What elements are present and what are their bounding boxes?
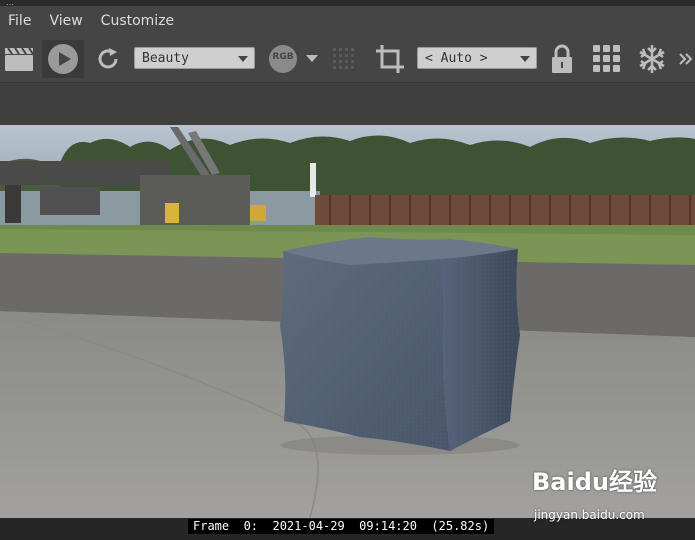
snowflake-icon[interactable] bbox=[636, 43, 668, 75]
menu-file[interactable]: File bbox=[0, 13, 39, 29]
window-dots-icon: … bbox=[6, 0, 14, 7]
play-button[interactable] bbox=[42, 40, 84, 78]
more-icon[interactable] bbox=[678, 50, 694, 68]
watermark-brand: Baidu经验 bbox=[532, 468, 657, 496]
render-image bbox=[0, 125, 695, 518]
rgb-label: RGB bbox=[272, 52, 294, 62]
chevron-down-icon bbox=[238, 56, 248, 62]
secondary-toolbar bbox=[0, 82, 695, 126]
dotted-grid-icon[interactable] bbox=[331, 46, 357, 72]
rgb-button[interactable]: RGB bbox=[267, 44, 299, 74]
lut-dropdown[interactable]: < Auto > bbox=[417, 47, 537, 69]
play-icon bbox=[48, 44, 78, 74]
dropdown-arrow-icon[interactable] bbox=[305, 54, 319, 64]
menu-customize[interactable]: Customize bbox=[93, 13, 183, 29]
menu-view[interactable]: View bbox=[41, 13, 90, 29]
toolbar: Beauty RGB < Auto > bbox=[0, 36, 695, 82]
crop-icon[interactable] bbox=[373, 42, 407, 76]
grid-icon[interactable] bbox=[591, 44, 623, 74]
frame-status: Frame 0: 2021-04-29 09:14:20 (25.82s) bbox=[188, 519, 495, 534]
chevron-down-icon bbox=[520, 56, 530, 62]
clapperboard-icon[interactable] bbox=[3, 44, 35, 74]
watermark-url: jingyan.baidu.com bbox=[534, 508, 645, 522]
menu-bar: File View Customize bbox=[0, 6, 695, 36]
lock-icon[interactable] bbox=[549, 42, 575, 76]
channel-value: Beauty bbox=[142, 50, 189, 66]
lut-value: < Auto > bbox=[425, 50, 488, 66]
watermark: Baidu经验 jingyan.baidu.com bbox=[532, 462, 672, 524]
channel-dropdown[interactable]: Beauty bbox=[134, 47, 255, 69]
render-viewport[interactable] bbox=[0, 125, 695, 518]
refresh-icon[interactable] bbox=[93, 44, 123, 74]
